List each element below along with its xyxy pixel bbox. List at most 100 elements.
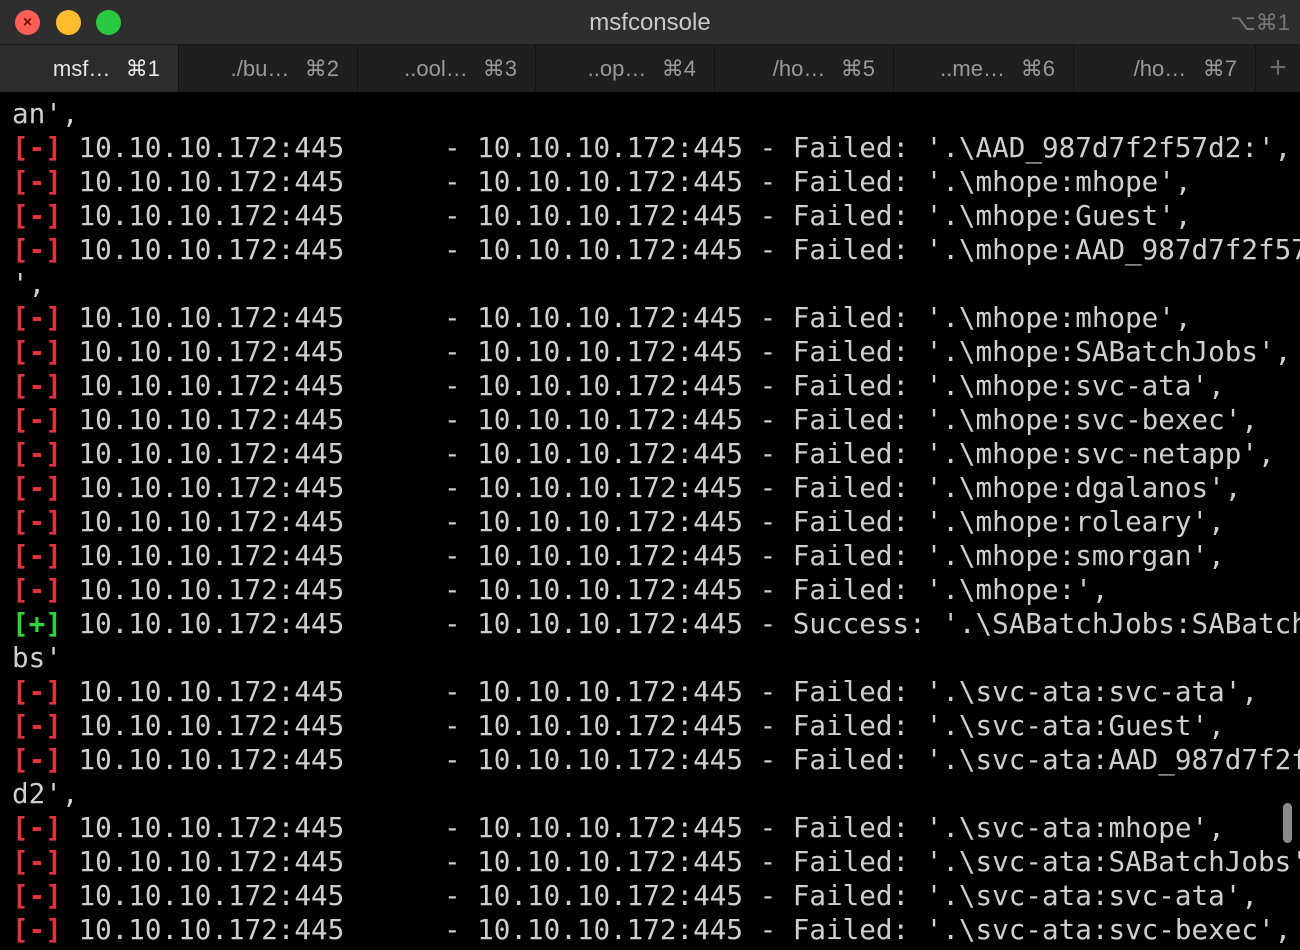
- failure-marker: [-]: [12, 131, 62, 164]
- terminal-line-text: 10.10.10.172:445 - 10.10.10.172:445 - Fa…: [61, 811, 1225, 844]
- tab-6[interactable]: ..me… ⌘6: [894, 45, 1074, 92]
- failure-marker: [-]: [12, 675, 62, 708]
- failure-marker: [-]: [12, 879, 62, 912]
- terminal-line-text: 10.10.10.172:445 - 10.10.10.172:445 - Fa…: [61, 913, 1292, 946]
- tab-1[interactable]: msf… ⌘1: [0, 45, 179, 92]
- terminal-line: [-] 10.10.10.172:445 - 10.10.10.172:445 …: [12, 403, 1258, 437]
- terminal-line-text: bs': [12, 641, 62, 674]
- terminal-line: [-] 10.10.10.172:445 - 10.10.10.172:445 …: [12, 165, 1192, 199]
- failure-marker: [-]: [12, 845, 62, 878]
- failure-marker: [-]: [12, 165, 62, 198]
- terminal-line: an',: [12, 97, 78, 131]
- tab-label: /ho…: [772, 56, 826, 81]
- tab-label: ..me…: [940, 56, 1005, 81]
- failure-marker: [-]: [12, 743, 62, 776]
- terminal-line-text: 10.10.10.172:445 - 10.10.10.172:445 - Fa…: [61, 301, 1192, 334]
- tab-shortcut: ⌘7: [1202, 56, 1237, 81]
- tab-label: ./bu…: [230, 56, 290, 81]
- terminal-line: [-] 10.10.10.172:445 - 10.10.10.172:445 …: [12, 845, 1300, 879]
- terminal-line: [-] 10.10.10.172:445 - 10.10.10.172:445 …: [12, 199, 1192, 233]
- terminal-line: [-] 10.10.10.172:445 - 10.10.10.172:445 …: [12, 335, 1291, 369]
- terminal-line: d2',: [12, 777, 78, 811]
- terminal-line-text: 10.10.10.172:445 - 10.10.10.172:445 - Fa…: [61, 335, 1292, 368]
- terminal-line: [-] 10.10.10.172:445 - 10.10.10.172:445 …: [12, 743, 1300, 777]
- tab-5[interactable]: /ho… ⌘5: [715, 45, 894, 92]
- terminal-line-text: 10.10.10.172:445 - 10.10.10.172:445 - Fa…: [61, 233, 1300, 266]
- tab-shortcut: ⌘4: [661, 56, 696, 81]
- failure-marker: [-]: [12, 403, 62, 436]
- terminal-line-text: an',: [12, 97, 79, 130]
- terminal-line: [-] 10.10.10.172:445 - 10.10.10.172:445 …: [12, 539, 1225, 573]
- failure-marker: [-]: [12, 505, 62, 538]
- terminal-line-text: ',: [12, 267, 46, 300]
- failure-marker: [-]: [12, 539, 62, 572]
- failure-marker: [-]: [12, 913, 62, 946]
- window-shortcut: ⌥⌘1: [1230, 10, 1290, 35]
- terminal-line: [-] 10.10.10.172:445 - 10.10.10.172:445 …: [12, 437, 1275, 471]
- tab-label: ..ool…: [404, 56, 468, 81]
- terminal-line: [-] 10.10.10.172:445 - 10.10.10.172:445 …: [12, 709, 1225, 743]
- terminal-line-text: d2',: [12, 777, 79, 810]
- tab-shortcut: ⌘6: [1020, 56, 1055, 81]
- failure-marker: [-]: [12, 233, 62, 266]
- terminal-line-text: 10.10.10.172:445 - 10.10.10.172:445 - Su…: [61, 607, 1300, 640]
- failure-marker: [-]: [12, 335, 62, 368]
- terminal-line-text: 10.10.10.172:445 - 10.10.10.172:445 - Fa…: [61, 879, 1258, 912]
- failure-marker: [-]: [12, 709, 62, 742]
- terminal-line-text: 10.10.10.172:445 - 10.10.10.172:445 - Fa…: [61, 845, 1300, 878]
- terminal-line: ',: [12, 267, 45, 301]
- terminal-line-text: 10.10.10.172:445 - 10.10.10.172:445 - Fa…: [61, 573, 1109, 606]
- terminal-line: [-] 10.10.10.172:445 - 10.10.10.172:445 …: [12, 505, 1225, 539]
- terminal-line: [+] 10.10.10.172:445 - 10.10.10.172:445 …: [12, 607, 1300, 641]
- terminal-scrollbar[interactable]: [1283, 803, 1292, 843]
- terminal-line-text: 10.10.10.172:445 - 10.10.10.172:445 - Fa…: [61, 743, 1300, 776]
- terminal-line: [-] 10.10.10.172:445 - 10.10.10.172:445 …: [12, 369, 1225, 403]
- terminal-line: [-] 10.10.10.172:445 - 10.10.10.172:445 …: [12, 471, 1241, 505]
- tab-2[interactable]: ./bu… ⌘2: [179, 45, 358, 92]
- terminal-line: [-] 10.10.10.172:445 - 10.10.10.172:445 …: [12, 675, 1258, 709]
- tab-label: /ho…: [1133, 56, 1187, 81]
- terminal-line-text: 10.10.10.172:445 - 10.10.10.172:445 - Fa…: [61, 199, 1192, 232]
- terminal-line: [-] 10.10.10.172:445 - 10.10.10.172:445 …: [12, 811, 1225, 845]
- success-marker: [+]: [12, 607, 62, 640]
- terminal-line: [-] 10.10.10.172:445 - 10.10.10.172:445 …: [12, 131, 1291, 165]
- terminal-line-text: 10.10.10.172:445 - 10.10.10.172:445 - Fa…: [61, 369, 1225, 402]
- tab-7[interactable]: /ho… ⌘7: [1074, 45, 1256, 92]
- window-title: msfconsole: [589, 9, 711, 36]
- failure-marker: [-]: [12, 369, 62, 402]
- tab-shortcut: ⌘5: [840, 56, 875, 81]
- terminal-line-text: 10.10.10.172:445 - 10.10.10.172:445 - Fa…: [61, 709, 1225, 742]
- terminal-line-text: 10.10.10.172:445 - 10.10.10.172:445 - Fa…: [61, 539, 1225, 572]
- tab-label: ..op…: [587, 56, 647, 81]
- terminal-line-text: 10.10.10.172:445 - 10.10.10.172:445 - Fa…: [61, 505, 1225, 538]
- failure-marker: [-]: [12, 573, 62, 606]
- new-tab-button[interactable]: +: [1256, 45, 1300, 92]
- tab-shortcut: ⌘2: [304, 56, 339, 81]
- terminal-line-text: 10.10.10.172:445 - 10.10.10.172:445 - Fa…: [61, 437, 1275, 470]
- tab-bar: msf… ⌘1 ./bu… ⌘2 ..ool… ⌘3 ..op… ⌘4 /ho……: [0, 45, 1300, 92]
- terminal-line-text: 10.10.10.172:445 - 10.10.10.172:445 - Fa…: [61, 131, 1292, 164]
- terminal-line: [-] 10.10.10.172:445 - 10.10.10.172:445 …: [12, 879, 1258, 913]
- terminal-line: [-] 10.10.10.172:445 - 10.10.10.172:445 …: [12, 301, 1192, 335]
- tab-4[interactable]: ..op… ⌘4: [536, 45, 715, 92]
- terminal-output[interactable]: an', [-] 10.10.10.172:445 - 10.10.10.172:…: [0, 92, 1300, 950]
- terminal-line-text: 10.10.10.172:445 - 10.10.10.172:445 - Fa…: [61, 471, 1242, 504]
- terminal-line-text: 10.10.10.172:445 - 10.10.10.172:445 - Fa…: [61, 165, 1192, 198]
- tab-label: msf…: [52, 56, 111, 81]
- failure-marker: [-]: [12, 471, 62, 504]
- failure-marker: [-]: [12, 301, 62, 334]
- failure-marker: [-]: [12, 437, 62, 470]
- terminal-window: × msfconsole ⌥⌘1 msf… ⌘1 ./bu… ⌘2 ..ool……: [0, 0, 1300, 950]
- terminal-line-text: 10.10.10.172:445 - 10.10.10.172:445 - Fa…: [61, 403, 1258, 436]
- terminal-line: [-] 10.10.10.172:445 - 10.10.10.172:445 …: [12, 573, 1108, 607]
- terminal-line-text: 10.10.10.172:445 - 10.10.10.172:445 - Fa…: [61, 675, 1258, 708]
- failure-marker: [-]: [12, 811, 62, 844]
- terminal-line: [-] 10.10.10.172:445 - 10.10.10.172:445 …: [12, 233, 1300, 267]
- terminal-line: bs': [12, 641, 62, 675]
- tab-shortcut: ⌘1: [125, 56, 160, 81]
- failure-marker: [-]: [12, 199, 62, 232]
- tab-3[interactable]: ..ool… ⌘3: [358, 45, 536, 92]
- terminal-line: [-] 10.10.10.172:445 - 10.10.10.172:445 …: [12, 913, 1291, 947]
- tab-shortcut: ⌘3: [482, 56, 517, 81]
- title-bar: × msfconsole ⌥⌘1: [0, 0, 1300, 45]
